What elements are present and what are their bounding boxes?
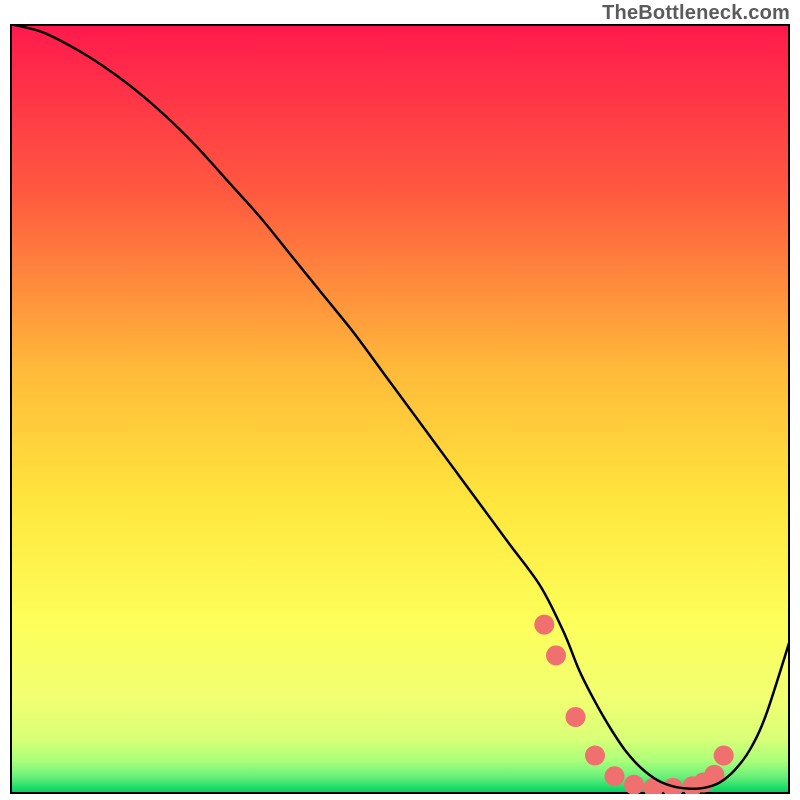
plot-area [10, 24, 790, 794]
chart-container: TheBottleneck.com [0, 0, 800, 800]
gradient-background [12, 26, 788, 792]
watermark-text: TheBottleneck.com [602, 2, 790, 25]
